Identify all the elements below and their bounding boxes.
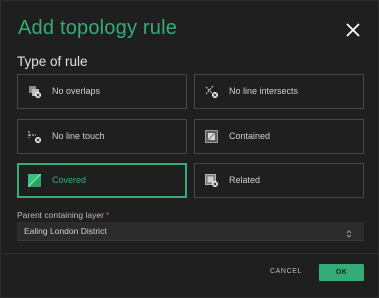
contained-icon [205,130,218,143]
dialog-title: Add topology rule [18,17,178,39]
add-topology-rule-dialog: Add topology rule Type of rule No overla… [0,0,379,298]
no-overlaps-icon [28,85,41,98]
rule-label: Related [229,175,261,185]
rule-related[interactable]: Related [194,163,364,198]
ok-button[interactable]: OK [319,264,364,281]
rule-no-line-touch[interactable]: No line touch [17,119,187,154]
rule-label: No line intersects [229,86,299,96]
rule-label: No overlaps [52,86,101,96]
rule-covered[interactable]: Covered [17,163,187,198]
parent-layer-select[interactable]: Ealing London District [17,222,364,241]
rule-label: No line touch [52,131,105,141]
parent-layer-label-text: Parent containing layer [17,210,104,220]
required-marker: * [105,210,110,220]
parent-layer-label: Parent containing layer * [17,210,109,220]
parent-layer-value: Ealing London District [24,226,107,236]
footer-divider [2,253,379,254]
cancel-button[interactable]: CANCEL [263,264,309,280]
rule-contained[interactable]: Contained [194,119,364,154]
type-of-rule-label: Type of rule [17,54,88,69]
close-icon [344,21,362,39]
rule-label: Covered [52,175,87,185]
rule-no-line-intersects[interactable]: No line intersects [194,74,364,109]
rule-label: Contained [229,131,271,141]
rule-no-overlaps[interactable]: No overlaps [17,74,187,109]
chevron-updown-icon [346,226,352,238]
no-line-touch-icon [28,130,41,143]
close-button[interactable] [344,21,362,39]
no-line-intersects-icon [205,85,218,98]
related-icon [205,174,218,187]
covered-icon [27,173,42,188]
